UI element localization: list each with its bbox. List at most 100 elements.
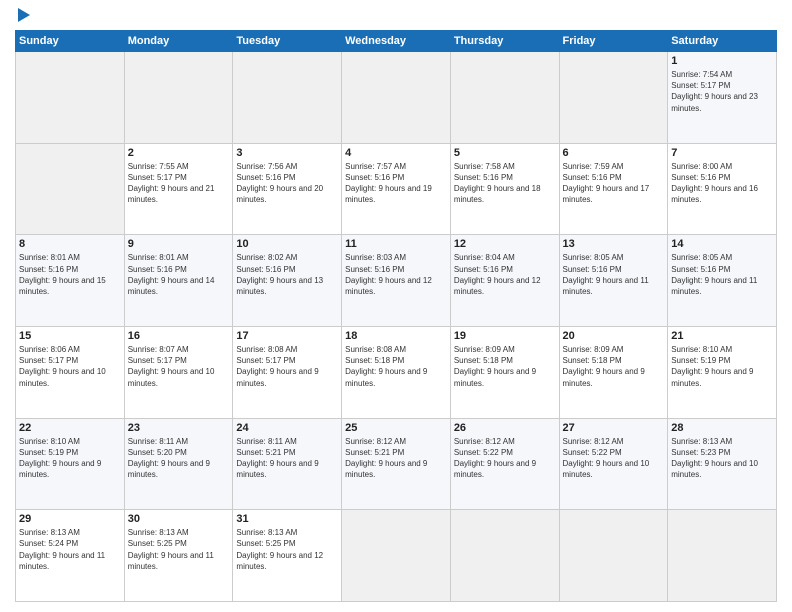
day-info: Sunrise: 8:06 AM Sunset: 5:17 PM Dayligh…: [19, 344, 121, 389]
day-info: Sunrise: 7:59 AM Sunset: 5:16 PM Dayligh…: [563, 161, 665, 206]
calendar-day-cell: 23 Sunrise: 8:11 AM Sunset: 5:20 PM Dayli…: [124, 418, 233, 510]
day-info: Sunrise: 8:09 AM Sunset: 5:18 PM Dayligh…: [454, 344, 556, 389]
day-number: 2: [128, 147, 230, 159]
day-info: Sunrise: 7:58 AM Sunset: 5:16 PM Dayligh…: [454, 161, 556, 206]
day-number: 30: [128, 513, 230, 525]
day-info: Sunrise: 8:09 AM Sunset: 5:18 PM Dayligh…: [563, 344, 665, 389]
calendar-day-cell: 2 Sunrise: 7:55 AM Sunset: 5:17 PM Daylig…: [124, 143, 233, 235]
day-number: 4: [345, 147, 447, 159]
page: SundayMondayTuesdayWednesdayThursdayFrid…: [0, 0, 792, 612]
day-info: Sunrise: 8:07 AM Sunset: 5:17 PM Dayligh…: [128, 344, 230, 389]
calendar-week-row: 2 Sunrise: 7:55 AM Sunset: 5:17 PM Daylig…: [16, 143, 777, 235]
day-info: Sunrise: 8:12 AM Sunset: 5:22 PM Dayligh…: [454, 436, 556, 481]
calendar-day-cell: 4 Sunrise: 7:57 AM Sunset: 5:16 PM Daylig…: [342, 143, 451, 235]
day-info: Sunrise: 8:13 AM Sunset: 5:25 PM Dayligh…: [128, 527, 230, 572]
calendar-day-cell: 11 Sunrise: 8:03 AM Sunset: 5:16 PM Dayli…: [342, 235, 451, 327]
day-info: Sunrise: 8:02 AM Sunset: 5:16 PM Dayligh…: [236, 252, 338, 297]
calendar-day-cell: [233, 52, 342, 144]
calendar-week-row: 22Sunrise: 8:10 AM Sunset: 5:19 PM Dayli…: [16, 418, 777, 510]
day-info: Sunrise: 8:03 AM Sunset: 5:16 PM Dayligh…: [345, 252, 447, 297]
day-info: Sunrise: 8:13 AM Sunset: 5:25 PM Dayligh…: [236, 527, 338, 572]
day-info: Sunrise: 8:01 AM Sunset: 5:16 PM Dayligh…: [19, 252, 121, 297]
day-info: Sunrise: 7:57 AM Sunset: 5:16 PM Dayligh…: [345, 161, 447, 206]
day-info: Sunrise: 8:11 AM Sunset: 5:20 PM Dayligh…: [128, 436, 230, 481]
day-number: 28: [671, 422, 773, 434]
day-number: 18: [345, 330, 447, 342]
calendar-day-cell: [16, 143, 125, 235]
day-info: Sunrise: 8:12 AM Sunset: 5:21 PM Dayligh…: [345, 436, 447, 481]
calendar-day-cell: 6 Sunrise: 7:59 AM Sunset: 5:16 PM Daylig…: [559, 143, 668, 235]
day-info: Sunrise: 8:05 AM Sunset: 5:16 PM Dayligh…: [671, 252, 773, 297]
header: [15, 10, 777, 22]
calendar-day-cell: [16, 52, 125, 144]
calendar-day-cell: 17Sunrise: 8:08 AM Sunset: 5:17 PM Dayli…: [233, 326, 342, 418]
calendar-day-cell: 7 Sunrise: 8:00 AM Sunset: 5:16 PM Daylig…: [668, 143, 777, 235]
day-info: Sunrise: 8:05 AM Sunset: 5:16 PM Dayligh…: [563, 252, 665, 297]
day-of-week-header: Thursday: [450, 31, 559, 52]
day-info: Sunrise: 8:13 AM Sunset: 5:24 PM Dayligh…: [19, 527, 121, 572]
calendar-day-cell: 16 Sunrise: 8:07 AM Sunset: 5:17 PM Dayli…: [124, 326, 233, 418]
calendar-day-cell: 9Sunrise: 8:01 AM Sunset: 5:16 PM Daylig…: [124, 235, 233, 327]
calendar-day-cell: 19 Sunrise: 8:09 AM Sunset: 5:18 PM Dayli…: [450, 326, 559, 418]
day-number: 29: [19, 513, 121, 525]
calendar-day-cell: [342, 52, 451, 144]
calendar-day-cell: 31 Sunrise: 8:13 AM Sunset: 5:25 PM Dayli…: [233, 510, 342, 602]
day-info: Sunrise: 8:10 AM Sunset: 5:19 PM Dayligh…: [671, 344, 773, 389]
calendar-day-cell: 30 Sunrise: 8:13 AM Sunset: 5:25 PM Dayli…: [124, 510, 233, 602]
day-number: 11: [345, 238, 447, 250]
day-info: Sunrise: 8:01 AM Sunset: 5:16 PM Dayligh…: [128, 252, 230, 297]
day-info: Sunrise: 7:55 AM Sunset: 5:17 PM Dayligh…: [128, 161, 230, 206]
day-number: 5: [454, 147, 556, 159]
day-of-week-header: Saturday: [668, 31, 777, 52]
calendar-table: SundayMondayTuesdayWednesdayThursdayFrid…: [15, 30, 777, 602]
day-number: 6: [563, 147, 665, 159]
day-of-week-header: Sunday: [16, 31, 125, 52]
day-number: 24: [236, 422, 338, 434]
calendar-day-cell: [559, 52, 668, 144]
day-info: Sunrise: 8:00 AM Sunset: 5:16 PM Dayligh…: [671, 161, 773, 206]
calendar-day-cell: [559, 510, 668, 602]
day-number: 1: [671, 55, 773, 67]
calendar-day-cell: 22Sunrise: 8:10 AM Sunset: 5:19 PM Dayli…: [16, 418, 125, 510]
calendar-day-cell: [450, 52, 559, 144]
day-number: 19: [454, 330, 556, 342]
calendar-header-row: SundayMondayTuesdayWednesdayThursdayFrid…: [16, 31, 777, 52]
day-number: 10: [236, 238, 338, 250]
calendar-day-cell: 29 Sunrise: 8:13 AM Sunset: 5:24 PM Dayli…: [16, 510, 125, 602]
day-number: 23: [128, 422, 230, 434]
calendar-day-cell: 1 Sunrise: 7:54 AM Sunset: 5:17 PM Daylig…: [668, 52, 777, 144]
day-of-week-header: Wednesday: [342, 31, 451, 52]
day-info: Sunrise: 8:11 AM Sunset: 5:21 PM Dayligh…: [236, 436, 338, 481]
day-info: Sunrise: 7:54 AM Sunset: 5:17 PM Dayligh…: [671, 69, 773, 114]
calendar-week-row: 29 Sunrise: 8:13 AM Sunset: 5:24 PM Dayli…: [16, 510, 777, 602]
calendar-day-cell: 13Sunrise: 8:05 AM Sunset: 5:16 PM Dayli…: [559, 235, 668, 327]
day-info: Sunrise: 8:12 AM Sunset: 5:22 PM Dayligh…: [563, 436, 665, 481]
calendar-day-cell: 27Sunrise: 8:12 AM Sunset: 5:22 PM Dayli…: [559, 418, 668, 510]
day-info: Sunrise: 8:08 AM Sunset: 5:17 PM Dayligh…: [236, 344, 338, 389]
day-info: Sunrise: 8:13 AM Sunset: 5:23 PM Dayligh…: [671, 436, 773, 481]
calendar-day-cell: 10 Sunrise: 8:02 AM Sunset: 5:16 PM Dayli…: [233, 235, 342, 327]
calendar-week-row: 1 Sunrise: 7:54 AM Sunset: 5:17 PM Daylig…: [16, 52, 777, 144]
day-number: 26: [454, 422, 556, 434]
day-number: 31: [236, 513, 338, 525]
day-number: 7: [671, 147, 773, 159]
calendar-day-cell: 25Sunrise: 8:12 AM Sunset: 5:21 PM Dayli…: [342, 418, 451, 510]
calendar-week-row: 15Sunrise: 8:06 AM Sunset: 5:17 PM Dayli…: [16, 326, 777, 418]
day-of-week-header: Tuesday: [233, 31, 342, 52]
logo-arrow-icon: [18, 8, 30, 22]
day-number: 16: [128, 330, 230, 342]
calendar-week-row: 8Sunrise: 8:01 AM Sunset: 5:16 PM Daylig…: [16, 235, 777, 327]
calendar-day-cell: 18 Sunrise: 8:08 AM Sunset: 5:18 PM Dayli…: [342, 326, 451, 418]
day-of-week-header: Monday: [124, 31, 233, 52]
calendar-day-cell: 12Sunrise: 8:04 AM Sunset: 5:16 PM Dayli…: [450, 235, 559, 327]
calendar-day-cell: 20Sunrise: 8:09 AM Sunset: 5:18 PM Dayli…: [559, 326, 668, 418]
calendar-day-cell: 26 Sunrise: 8:12 AM Sunset: 5:22 PM Dayli…: [450, 418, 559, 510]
calendar-day-cell: [124, 52, 233, 144]
calendar-day-cell: 21 Sunrise: 8:10 AM Sunset: 5:19 PM Dayli…: [668, 326, 777, 418]
day-of-week-header: Friday: [559, 31, 668, 52]
day-info: Sunrise: 8:08 AM Sunset: 5:18 PM Dayligh…: [345, 344, 447, 389]
day-number: 21: [671, 330, 773, 342]
calendar-day-cell: 8Sunrise: 8:01 AM Sunset: 5:16 PM Daylig…: [16, 235, 125, 327]
calendar-day-cell: 28 Sunrise: 8:13 AM Sunset: 5:23 PM Dayli…: [668, 418, 777, 510]
logo: [15, 10, 30, 22]
